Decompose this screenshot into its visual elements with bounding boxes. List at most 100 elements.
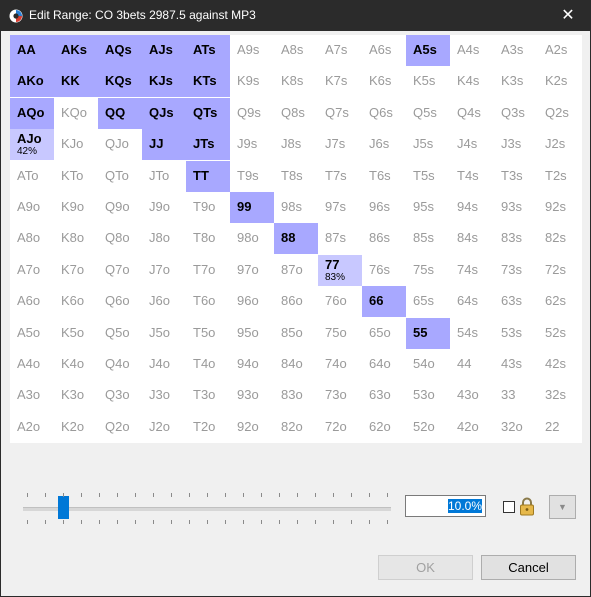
hand-cell[interactable]: J7o xyxy=(142,255,186,286)
hand-cell[interactable]: 74s xyxy=(450,255,494,286)
hand-cell[interactable]: A5o xyxy=(10,318,54,349)
hand-cell[interactable]: T5o xyxy=(186,318,230,349)
hand-cell[interactable]: 74o xyxy=(318,349,362,380)
lock-checkbox[interactable] xyxy=(503,501,515,513)
hand-cell[interactable]: K7o xyxy=(54,255,98,286)
slider-thumb[interactable] xyxy=(58,496,69,519)
hand-cell[interactable]: 32s xyxy=(538,380,582,411)
hand-cell[interactable]: Q5o xyxy=(98,318,142,349)
hand-cell[interactable]: 96o xyxy=(230,286,274,317)
hand-cell[interactable]: QJs xyxy=(142,98,186,129)
hand-cell[interactable]: J9o xyxy=(142,192,186,223)
hand-cell[interactable]: 87s xyxy=(318,223,362,254)
hand-cell[interactable]: Q8s xyxy=(274,98,318,129)
hand-cell[interactable]: 97s xyxy=(318,192,362,223)
hand-cell[interactable]: J8s xyxy=(274,129,318,160)
hand-cell[interactable]: T4s xyxy=(450,161,494,192)
hand-cell[interactable]: KQo xyxy=(54,98,98,129)
hand-cell[interactable]: 73s xyxy=(494,255,538,286)
hand-cell[interactable]: K6o xyxy=(54,286,98,317)
hand-cell[interactable]: 75o xyxy=(318,318,362,349)
hand-cell[interactable]: J6s xyxy=(362,129,406,160)
hand-cell[interactable]: A8o xyxy=(10,223,54,254)
hand-cell[interactable]: A6o xyxy=(10,286,54,317)
hand-cell[interactable]: Q4s xyxy=(450,98,494,129)
hand-cell[interactable]: 88 xyxy=(274,223,318,254)
hand-cell[interactable]: AJo 42% xyxy=(10,129,54,160)
range-slider[interactable] xyxy=(23,489,393,529)
hand-cell[interactable]: JJ xyxy=(142,129,186,160)
hand-cell[interactable]: K2o xyxy=(54,412,98,443)
hand-cell[interactable]: K9o xyxy=(54,192,98,223)
cancel-button[interactable]: Cancel xyxy=(481,555,576,580)
hand-cell[interactable]: Q2o xyxy=(98,412,142,443)
hand-cell[interactable]: J5s xyxy=(406,129,450,160)
hand-cell[interactable]: 98s xyxy=(274,192,318,223)
hand-cell[interactable]: T5s xyxy=(406,161,450,192)
hand-cell[interactable]: KQs xyxy=(98,66,142,97)
hand-cell[interactable]: J3s xyxy=(494,129,538,160)
hand-cell[interactable]: JTo xyxy=(142,161,186,192)
hand-cell[interactable]: 52o xyxy=(406,412,450,443)
hand-cell[interactable]: 53o xyxy=(406,380,450,411)
hand-cell[interactable]: 97o xyxy=(230,255,274,286)
hand-cell[interactable]: T3o xyxy=(186,380,230,411)
hand-cell[interactable]: QTo xyxy=(98,161,142,192)
hand-cell[interactable]: 44 xyxy=(450,349,494,380)
hand-cell[interactable]: 43o xyxy=(450,380,494,411)
hand-cell[interactable]: 33 xyxy=(494,380,538,411)
hand-cell[interactable]: 92o xyxy=(230,412,274,443)
hand-cell[interactable]: J7s xyxy=(318,129,362,160)
hand-cell[interactable]: JTs xyxy=(186,129,230,160)
hand-cell[interactable]: T3s xyxy=(494,161,538,192)
hand-cell[interactable]: ATs xyxy=(186,35,230,66)
hand-cell[interactable]: A5s xyxy=(406,35,450,66)
hand-cell[interactable]: J5o xyxy=(142,318,186,349)
hand-cell[interactable]: 83s xyxy=(494,223,538,254)
hand-cell[interactable]: K8s xyxy=(274,66,318,97)
options-dropdown-button[interactable]: ▼ xyxy=(549,495,576,519)
hand-cell[interactable]: KK xyxy=(54,66,98,97)
hand-cell[interactable]: K6s xyxy=(362,66,406,97)
hand-cell[interactable]: A9o xyxy=(10,192,54,223)
hand-cell[interactable]: T7o xyxy=(186,255,230,286)
hand-cell[interactable]: A7s xyxy=(318,35,362,66)
hand-cell[interactable]: K4s xyxy=(450,66,494,97)
hand-cell[interactable]: QJo xyxy=(98,129,142,160)
hand-cell[interactable]: A7o xyxy=(10,255,54,286)
hand-cell[interactable]: 87o xyxy=(274,255,318,286)
hand-cell[interactable]: T6o xyxy=(186,286,230,317)
hand-cell[interactable]: K5o xyxy=(54,318,98,349)
hand-cell[interactable]: TT xyxy=(186,161,230,192)
hand-cell[interactable]: 64s xyxy=(450,286,494,317)
hand-cell[interactable]: K7s xyxy=(318,66,362,97)
hand-cell[interactable]: J8o xyxy=(142,223,186,254)
hand-cell[interactable]: A3s xyxy=(494,35,538,66)
hand-cell[interactable]: J2o xyxy=(142,412,186,443)
hand-cell[interactable]: AQo xyxy=(10,98,54,129)
hand-cell[interactable]: T2o xyxy=(186,412,230,443)
hand-cell[interactable]: AA xyxy=(10,35,54,66)
hand-cell[interactable]: A4s xyxy=(450,35,494,66)
hand-cell[interactable]: 73o xyxy=(318,380,362,411)
hand-cell[interactable]: K8o xyxy=(54,223,98,254)
hand-cell[interactable]: 86o xyxy=(274,286,318,317)
hand-cell[interactable]: 22 xyxy=(538,412,582,443)
hand-cell[interactable]: 53s xyxy=(494,318,538,349)
hand-cell[interactable]: 54o xyxy=(406,349,450,380)
hand-cell[interactable]: K3o xyxy=(54,380,98,411)
hand-cell[interactable]: 66 xyxy=(362,286,406,317)
hand-cell[interactable]: Q9s xyxy=(230,98,274,129)
hand-cell[interactable]: 77 83% xyxy=(318,255,362,286)
hand-cell[interactable]: 94o xyxy=(230,349,274,380)
close-button[interactable]: ✕ xyxy=(546,1,590,31)
hand-cell[interactable]: AQs xyxy=(98,35,142,66)
hand-cell[interactable]: 42s xyxy=(538,349,582,380)
range-percent-input[interactable]: 10.0% xyxy=(405,495,486,517)
hand-cell[interactable]: 85s xyxy=(406,223,450,254)
hand-cell[interactable]: 72o xyxy=(318,412,362,443)
hand-cell[interactable]: K5s xyxy=(406,66,450,97)
hand-cell[interactable]: 62s xyxy=(538,286,582,317)
hand-cell[interactable]: 54s xyxy=(450,318,494,349)
hand-cell[interactable]: QQ xyxy=(98,98,142,129)
